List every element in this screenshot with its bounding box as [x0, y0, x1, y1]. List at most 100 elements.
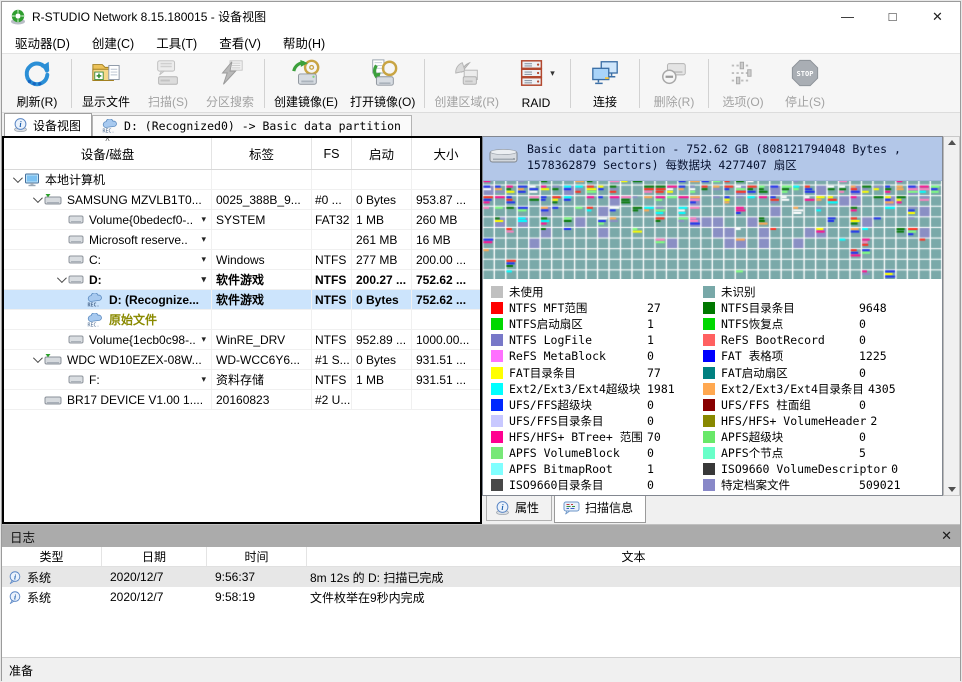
delete-button[interactable]: 删除(R): [643, 56, 705, 111]
tab-recognized-partition[interactable]: REC. D: (Recognized0) -> Basic data part…: [92, 115, 412, 136]
optical-drive-icon: [44, 393, 62, 406]
tree-row-raw-files[interactable]: REC. 原始文件: [4, 310, 480, 330]
column-header-label[interactable]: 标签: [212, 138, 312, 169]
legend-entry: APFS超级块 0: [703, 429, 942, 445]
legend-entry: UFS/FFS 柱面组 0: [703, 397, 942, 413]
tab-scan-information[interactable]: 扫描信息: [554, 496, 646, 523]
stop-icon: STOP: [790, 58, 820, 88]
volume-icon: [68, 234, 84, 245]
log-header: 类型 日期 时间 文本: [2, 547, 960, 567]
partition-search-button[interactable]: 分区搜索: [199, 56, 261, 111]
row-dropdown-icon[interactable]: ▾: [201, 214, 211, 225]
tree-row-volume-1ecb0c98[interactable]: Volume{1ecb0c98-.. ▾ WinRE_DRVNTFS952.89…: [4, 330, 480, 350]
tree-rows: 本地计算机 SAMSUNG MZVLB1T0... 0025_388B_9...…: [4, 170, 480, 522]
create-region-icon: [452, 58, 482, 88]
options-button[interactable]: 选项(O): [712, 56, 774, 111]
stop-button[interactable]: STOP 停止(S): [774, 56, 836, 111]
delete-icon: [659, 58, 689, 88]
menu-help[interactable]: 帮助(H): [272, 30, 336, 55]
log-column-text[interactable]: 文本: [307, 547, 960, 566]
toolbar-separator: [424, 59, 425, 108]
tree-row-c-drive[interactable]: C: ▾ WindowsNTFS277 MB200.00 ...: [4, 250, 480, 270]
tree-row-local-computer[interactable]: 本地计算机: [4, 170, 480, 190]
menu-create[interactable]: 创建(C): [81, 30, 145, 55]
legend-entry: UFS/FFS目录条目 0: [491, 413, 703, 429]
refresh-button[interactable]: 刷新(R): [6, 56, 68, 111]
volume-icon: [68, 214, 84, 225]
app-logo-icon: [10, 9, 26, 25]
menu-drive[interactable]: 驱动器(D): [4, 30, 81, 55]
tree-row-volume-0bedecf0[interactable]: Volume{0bedecf0-.. ▾ SYSTEMFAT321 MB260 …: [4, 210, 480, 230]
log-close-icon[interactable]: ✕: [941, 528, 952, 544]
row-dropdown-icon[interactable]: ▾: [201, 374, 211, 385]
tree-row-wdc-disk[interactable]: WDC WD10EZEX-08W... WD-WCC6Y6...#1 S...0…: [4, 350, 480, 370]
scan-button[interactable]: 扫描(S): [137, 56, 199, 111]
title-bar: R-STUDIO Network 8.15.180015 - 设备视图 — □ …: [2, 2, 960, 31]
menu-view[interactable]: 查看(V): [208, 30, 272, 55]
tree-row-d-recognized[interactable]: REC. D: (Recognize... 软件游戏NTFS0 Bytes752…: [4, 290, 480, 310]
tab-properties[interactable]: i 属性: [486, 496, 552, 521]
expander-icon[interactable]: [52, 276, 68, 283]
legend-color-chip: [491, 463, 503, 475]
scroll-down-icon[interactable]: [948, 487, 956, 492]
legend-entry: HFS/HFS+ VolumeHeader 2: [703, 413, 942, 429]
log-column-date[interactable]: 日期: [102, 547, 207, 566]
log-column-type[interactable]: 类型: [2, 547, 102, 566]
legend-entry: FAT启动扇区 0: [703, 364, 942, 380]
info-icon: i: [8, 571, 22, 584]
rec-cloud-icon: REC.: [101, 119, 119, 133]
create-region-button[interactable]: 创建区域(R): [428, 56, 505, 111]
raid-dropdown-icon[interactable]: ▾: [550, 68, 555, 79]
tab-device-view[interactable]: i 设备视图: [4, 113, 92, 136]
legend-color-chip: [491, 479, 503, 491]
svg-text:REC.: REC.: [103, 129, 115, 134]
column-header-device[interactable]: ^ 设备/磁盘: [4, 138, 212, 169]
legend-color-chip: [703, 302, 715, 314]
minimize-button[interactable]: —: [825, 2, 870, 31]
log-row[interactable]: i 系统 2020/12/7 9:56:37 8m 12s 的 D: 扫描已完成: [2, 567, 960, 587]
expander-icon[interactable]: [28, 196, 44, 203]
tree-row-samsung-disk[interactable]: SAMSUNG MZVLB1T0... 0025_388B_9...#0 ...…: [4, 190, 480, 210]
open-image-button[interactable]: 打开镜像(O): [344, 56, 421, 111]
expander-icon[interactable]: [28, 356, 44, 363]
legend-right-column: 未识别 NTFS目录条目 9648: [703, 284, 942, 495]
column-header-fs[interactable]: FS: [312, 138, 352, 169]
tree-row-microsoft-reserved[interactable]: Microsoft reserve.. ▾ 261 MB16 MB: [4, 230, 480, 250]
tree-row-f-drive[interactable]: F: ▾ 资料存储NTFS1 MB931.51 ...: [4, 370, 480, 390]
legend-entry: 特定档案文件 509021: [703, 477, 942, 493]
legend-entry: NTFS MFT范围 27: [491, 300, 703, 316]
menu-bar: 驱动器(D) 创建(C) 工具(T) 查看(V) 帮助(H): [2, 31, 960, 54]
row-dropdown-icon[interactable]: ▾: [201, 234, 211, 245]
column-header-size[interactable]: 大小: [412, 138, 480, 169]
hard-disk-icon: [44, 193, 62, 206]
legend-entry: APFS BitmapRoot 1: [491, 461, 703, 477]
partition-info-header: Basic data partition - 752.62 GB (808121…: [483, 137, 942, 181]
raid-button[interactable]: ▾ RAID: [505, 56, 567, 111]
row-dropdown-icon[interactable]: ▾: [201, 254, 211, 265]
row-dropdown-icon[interactable]: ▾: [201, 334, 211, 345]
expander-icon[interactable]: [8, 176, 24, 183]
legend-color-chip: [703, 431, 715, 443]
log-title-bar: 日志 ✕: [2, 525, 960, 547]
create-image-button[interactable]: 创建镜像(E): [268, 56, 344, 111]
legend-color-chip: [703, 350, 715, 362]
legend-entry: ISO9660 VolumeDescriptor 0: [703, 461, 942, 477]
menu-tools[interactable]: 工具(T): [145, 30, 208, 55]
maximize-button[interactable]: □: [870, 2, 915, 31]
show-files-button[interactable]: 显示文件: [75, 56, 137, 111]
scroll-up-icon[interactable]: [948, 140, 956, 145]
log-panel: 日志 ✕ 类型 日期 时间 文本 i 系统 2020/12/7 9:56:37 …: [2, 524, 960, 657]
log-row[interactable]: i 系统 2020/12/7 9:58:19 文件枚举在9秒内完成: [2, 587, 960, 607]
tree-row-br17-device[interactable]: BR17 DEVICE V1.00 1.... 20160823#2 U...: [4, 390, 480, 410]
close-button[interactable]: ✕: [915, 2, 960, 31]
legend-color-chip: [491, 350, 503, 362]
scan-icon: [153, 58, 183, 88]
vertical-scrollbar[interactable]: [943, 136, 960, 496]
row-dropdown-icon[interactable]: ▾: [201, 274, 211, 285]
log-column-time[interactable]: 时间: [207, 547, 307, 566]
legend-entry: NTFS恢复点 0: [703, 316, 942, 332]
column-header-start[interactable]: 启动: [352, 138, 412, 169]
tree-row-d-drive[interactable]: D: ▾ 软件游戏NTFS200.27 ...752.62 ...: [4, 270, 480, 290]
connect-button[interactable]: 连接: [574, 56, 636, 111]
r-studio-window: R-STUDIO Network 8.15.180015 - 设备视图 — □ …: [1, 1, 961, 681]
